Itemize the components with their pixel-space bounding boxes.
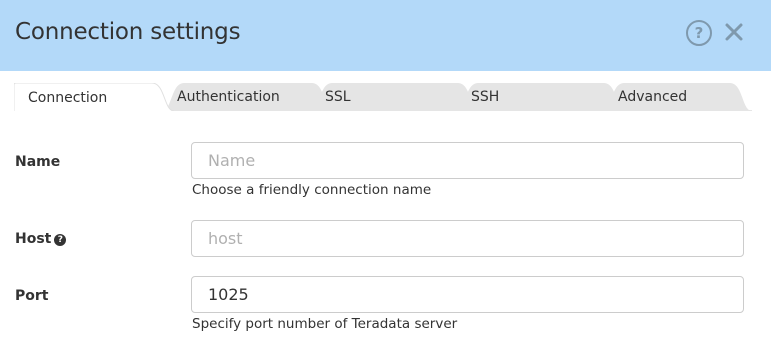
close-glyph	[725, 23, 743, 41]
port-label: Port	[15, 288, 49, 304]
name-input[interactable]	[191, 142, 744, 179]
tab-authentication-label: Authentication	[177, 89, 280, 105]
tab-strip: Advanced SSH SSL Authentication Connecti…	[14, 83, 754, 111]
tab-connection-label: Connection	[28, 90, 108, 106]
tab-authentication[interactable]: Authentication	[162, 83, 334, 111]
host-label-row: Host?	[15, 230, 67, 248]
help-icon[interactable]: ?	[686, 20, 712, 46]
close-icon[interactable]	[722, 20, 746, 44]
name-help-text: Choose a friendly connection name	[192, 182, 432, 198]
port-input[interactable]	[191, 276, 744, 313]
dialog-header: Connection settings ?	[0, 0, 771, 71]
name-label: Name	[15, 154, 61, 170]
tab-advanced-label: Advanced	[618, 89, 688, 105]
tab-ssh[interactable]: SSH	[456, 83, 626, 111]
dialog-title: Connection settings	[15, 19, 241, 45]
tab-connection[interactable]: Connection	[14, 83, 174, 111]
tab-ssl[interactable]: SSL	[310, 83, 480, 111]
port-help-text: Specify port number of Teradata server	[192, 316, 458, 332]
host-label: Host	[15, 231, 52, 247]
host-input[interactable]	[191, 220, 744, 257]
question-circle-icon[interactable]: ?	[54, 234, 67, 246]
